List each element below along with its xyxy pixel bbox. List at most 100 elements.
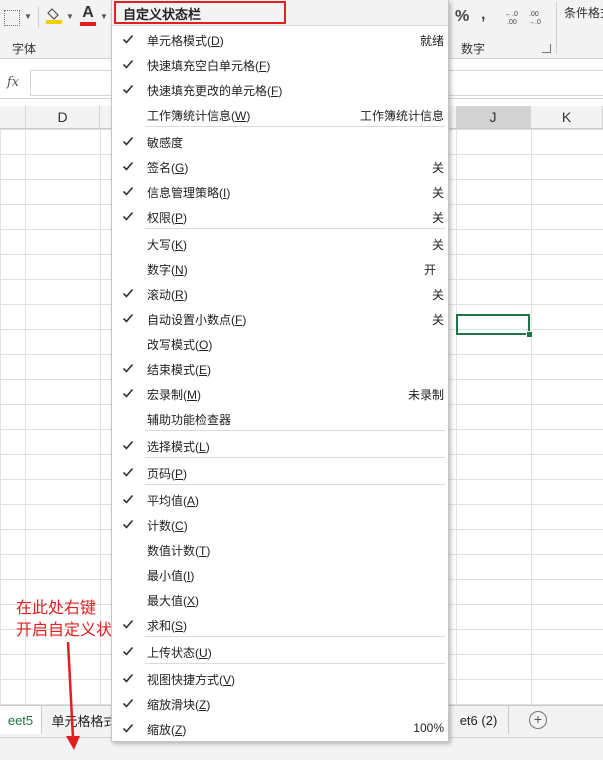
checkmark-icon — [122, 210, 134, 222]
menu-item-label: 求和(S) — [147, 619, 188, 633]
menu-separator — [145, 636, 445, 637]
svg-text:→.0: →.0 — [528, 19, 541, 26]
insert-function-button[interactable]: fx — [0, 70, 26, 94]
menu-item[interactable]: 滚动(R) 关 — [112, 281, 448, 306]
ribbon-separator — [556, 2, 557, 54]
menu-item[interactable]: 缩放滑块(Z) — [112, 691, 448, 716]
column-header-j[interactable]: J — [456, 106, 531, 128]
fill-color-icon[interactable] — [46, 6, 62, 24]
menu-separator — [145, 126, 445, 127]
sheet-tab-6-copy[interactable]: et6 (2) — [449, 706, 509, 734]
menu-item-label: 视图快捷方式(V) — [147, 673, 236, 687]
menu-item[interactable]: 权限(P) 关 — [112, 204, 448, 229]
checkmark-icon — [122, 185, 134, 197]
menu-item[interactable]: 求和(S) — [112, 612, 448, 637]
menu-separator — [145, 663, 445, 664]
sheet-tab-5[interactable]: eet5 — [0, 706, 42, 734]
checkmark-icon — [122, 466, 134, 478]
column-header-k[interactable]: K — [531, 106, 603, 128]
borders-dropdown-icon[interactable]: ▼ — [24, 12, 32, 21]
menu-item[interactable]: 快速填充更改的单元格(F) — [112, 77, 448, 102]
menu-separator — [145, 430, 445, 431]
add-sheet-button[interactable]: + — [528, 706, 548, 734]
menu-item-label: 大写(K) — [147, 238, 188, 252]
menu-item[interactable]: 敏感度 — [112, 129, 448, 154]
checkmark-icon — [122, 58, 134, 70]
menu-item-label: 签名(G) — [147, 161, 189, 175]
font-color-dropdown-icon[interactable]: ▼ — [100, 12, 108, 21]
selected-cell[interactable] — [456, 314, 530, 335]
menu-item[interactable]: 选择模式(L) — [112, 433, 448, 458]
svg-text:.00: .00 — [507, 19, 517, 26]
menu-item-label: 缩放滑块(Z) — [147, 698, 211, 712]
menu-title: 自定义状态栏 — [123, 7, 202, 22]
menu-item-label: 信息管理策略(I) — [147, 186, 231, 200]
menu-item[interactable]: 快速填充空白单元格(F) — [112, 52, 448, 77]
menu-item-value: 关 — [431, 186, 444, 200]
percent-style-button[interactable]: % — [455, 8, 469, 26]
checkmark-icon — [122, 135, 134, 147]
menu-item[interactable]: 数字(N) 开 — [112, 256, 448, 281]
menu-item[interactable]: 视图快捷方式(V) — [112, 666, 448, 691]
menu-item-label: 结束模式(E) — [147, 363, 212, 377]
menu-item[interactable]: 工作簿统计信息(W) 工作簿统计信息 — [112, 102, 448, 127]
fill-color-dropdown-icon[interactable]: ▼ — [66, 12, 74, 21]
plus-icon: + — [529, 711, 547, 729]
grid-line — [456, 129, 457, 705]
checkmark-icon — [122, 493, 134, 505]
number-format-launcher-icon[interactable] — [542, 44, 551, 53]
menu-item-label: 宏录制(M) — [147, 388, 202, 402]
checkmark-icon — [122, 83, 134, 95]
menu-item[interactable]: 辅助功能检查器 — [112, 406, 448, 431]
menu-item-value: 工作簿统计信息 — [359, 109, 444, 123]
decrease-decimal-button[interactable]: .00 →.0 — [528, 8, 546, 26]
menu-item-label: 最小值(I) — [147, 569, 195, 583]
menu-item[interactable]: 信息管理策略(I) 关 — [112, 179, 448, 204]
increase-decimal-button[interactable]: ←.0.00 — [505, 8, 523, 26]
menu-item[interactable]: 宏录制(M) 未录制 — [112, 381, 448, 406]
comma-style-button[interactable]: , — [481, 6, 485, 24]
checkmark-icon — [122, 362, 134, 374]
checkmark-icon — [122, 672, 134, 684]
menu-item-label: 数值计数(T) — [147, 544, 211, 558]
svg-text:.00: .00 — [529, 11, 539, 18]
menu-item[interactable]: 最小值(I) — [112, 562, 448, 587]
checkmark-icon — [122, 33, 134, 45]
menu-item-label: 缩放(Z) — [147, 723, 187, 737]
annotation-arrow — [66, 641, 80, 750]
menu-item[interactable]: 自动设置小数点(F) 关 — [112, 306, 448, 331]
checkmark-icon — [122, 645, 134, 657]
menu-item-label: 辅助功能检查器 — [147, 413, 232, 427]
menu-item-label: 数字(N) — [147, 263, 188, 277]
menu-separator — [145, 457, 445, 458]
menu-item[interactable]: 数值计数(T) — [112, 537, 448, 562]
menu-item-value: 未录制 — [407, 388, 444, 402]
conditional-format-button[interactable]: 条件格式 — [564, 4, 603, 21]
fill-handle[interactable] — [526, 331, 533, 338]
menu-item-label: 权限(P) — [147, 211, 188, 225]
menu-item-label: 快速填充更改的单元格(F) — [147, 84, 283, 98]
checkmark-icon — [122, 722, 134, 734]
menu-item[interactable]: 平均值(A) — [112, 487, 448, 512]
checkmark-icon — [122, 160, 134, 172]
menu-item[interactable]: 缩放(Z) 100% — [112, 716, 448, 741]
menu-item-label: 最大值(X) — [147, 594, 200, 608]
menu-item[interactable]: 改写模式(O) — [112, 331, 448, 356]
menu-item[interactable]: 结束模式(E) — [112, 356, 448, 381]
menu-item[interactable]: 计数(C) — [112, 512, 448, 537]
column-header-d[interactable]: D — [25, 106, 100, 128]
borders-icon[interactable] — [4, 10, 20, 26]
menu-item[interactable]: 签名(G) 关 — [112, 154, 448, 179]
menu-item[interactable]: 大写(K) 关 — [112, 231, 448, 256]
menu-item-label: 单元格模式(D) — [147, 34, 224, 48]
checkmark-icon — [122, 287, 134, 299]
menu-item-label: 计数(C) — [147, 519, 188, 533]
menu-item[interactable]: 单元格模式(D) 就绪 — [112, 27, 448, 52]
menu-item[interactable]: 最大值(X) — [112, 587, 448, 612]
menu-item[interactable]: 页码(P) — [112, 460, 448, 485]
checkmark-icon — [122, 618, 134, 630]
font-color-icon[interactable]: A — [80, 4, 96, 26]
menu-separator — [145, 228, 445, 229]
menu-item-value: 关 — [431, 288, 444, 302]
menu-item[interactable]: 上传状态(U) — [112, 639, 448, 664]
